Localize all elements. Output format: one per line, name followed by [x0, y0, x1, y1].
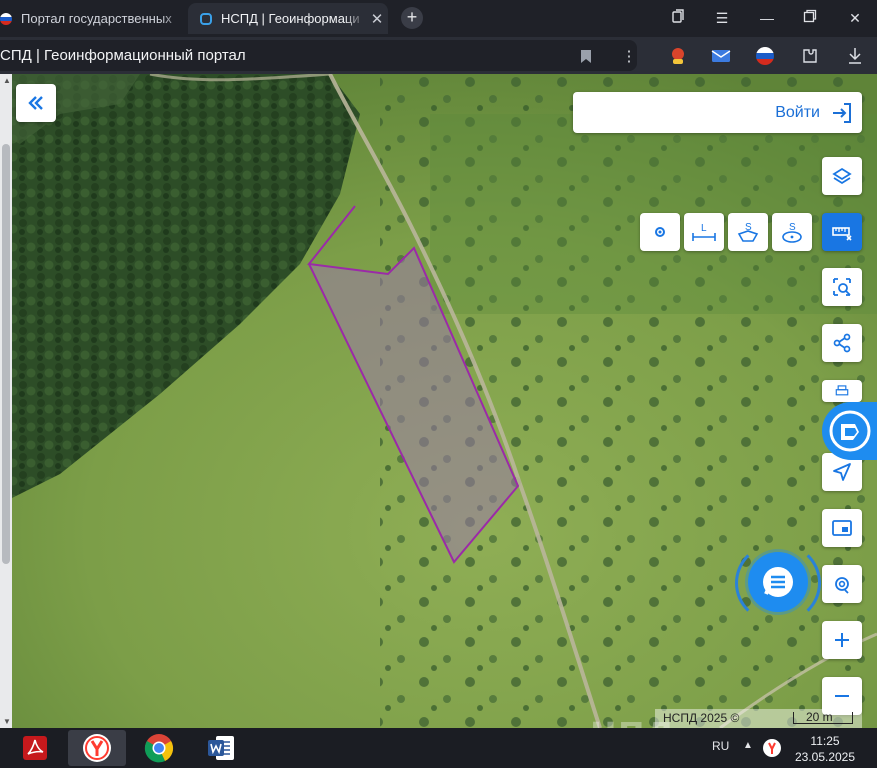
tab-title: НСПД | Геоинформаци [221, 11, 360, 26]
tray-expand-icon[interactable]: ▲ [743, 740, 753, 751]
chat-icon [763, 567, 793, 597]
login-icon [833, 102, 851, 123]
language-indicator[interactable]: RU [712, 739, 729, 753]
taskbar: RU ▲ 11:25 23.05.2025 [0, 728, 877, 768]
zoom-in-button[interactable] [822, 621, 862, 659]
measure-point-button[interactable] [640, 213, 680, 251]
area-polygon-icon: S [737, 222, 759, 242]
measure-line-button[interactable]: L [684, 213, 724, 251]
print-icon [835, 385, 849, 396]
scroll-down-icon[interactable]: ▼ [3, 717, 11, 726]
restore-icon[interactable] [800, 8, 820, 28]
bookmarks-icon[interactable] [668, 8, 688, 28]
extension-avatar-icon[interactable] [668, 46, 688, 66]
share-icon [833, 333, 851, 353]
extensions-icon[interactable] [800, 46, 820, 66]
map-viewport[interactable]: цпд [0, 74, 877, 728]
ruler-button[interactable] [822, 213, 862, 251]
acrobat-icon [23, 736, 47, 760]
chrome-app[interactable] [130, 730, 188, 766]
tab-bar: Портал государственных НСПД | Геоинформа… [0, 0, 877, 37]
assistant-badge-button[interactable] [822, 402, 877, 460]
select-area-icon [833, 278, 851, 296]
zoom-in-icon [835, 633, 849, 647]
address-text: СПД | Геоинформационный портал [0, 47, 246, 64]
ruler-icon [832, 227, 852, 241]
collapse-panel-button[interactable] [16, 84, 56, 122]
login-label: Войти [775, 103, 820, 121]
clock-time: 11:25 [810, 734, 840, 748]
new-tab-button[interactable]: + [401, 7, 423, 29]
zoom-out-icon [835, 695, 849, 697]
layers-button[interactable] [822, 157, 862, 195]
print-button[interactable] [822, 380, 862, 402]
scroll-up-icon[interactable]: ▲ [3, 76, 11, 85]
tray-yandex-icon[interactable] [762, 738, 782, 763]
picture-in-picture-icon [832, 520, 852, 536]
select-area-button[interactable] [822, 268, 862, 306]
word-app[interactable] [192, 730, 250, 766]
minimize-icon[interactable]: — [757, 8, 777, 28]
assistant-icon [829, 410, 871, 452]
tab-nspd[interactable]: НСПД | Геоинформаци ✕ [188, 3, 388, 34]
more-icon[interactable]: ⋮ [619, 46, 639, 66]
tab-gosuslugi[interactable]: Портал государственных [0, 3, 186, 34]
share-button[interactable] [822, 324, 862, 362]
address-bar[interactable]: СПД | Геоинформационный портал [0, 40, 637, 71]
scale-label: 20 m [806, 710, 833, 724]
scrollbar-thumb[interactable] [2, 144, 10, 564]
clock[interactable]: 11:25 23.05.2025 [789, 733, 861, 765]
download-icon[interactable] [845, 46, 865, 66]
tab-title: Портал государственных [21, 11, 172, 26]
measure-area-circle-button[interactable]: S [772, 213, 812, 251]
chat-button[interactable] [748, 552, 808, 612]
measure-area-polygon-button[interactable]: S [728, 213, 768, 251]
close-icon[interactable]: ✕ [845, 8, 865, 28]
word-icon [208, 736, 234, 760]
nspd-favicon-icon [200, 12, 212, 25]
line-measure-icon: L [692, 223, 716, 241]
clock-date: 23.05.2025 [794, 750, 856, 764]
navigate-icon [833, 463, 851, 481]
satellite-map[interactable] [0, 74, 877, 728]
bookmark-page-icon[interactable] [576, 46, 596, 66]
yandex-browser-icon [83, 734, 111, 762]
acrobat-app[interactable] [6, 730, 64, 766]
geolocation-icon [835, 577, 849, 594]
line-measure-label: L [701, 223, 707, 234]
double-chevron-left-icon [28, 96, 43, 110]
mail-icon[interactable] [711, 46, 731, 66]
russia-flag-icon [0, 12, 12, 25]
point-icon [655, 227, 665, 237]
yandex-browser-app[interactable] [68, 730, 126, 766]
close-tab-icon[interactable]: ✕ [366, 10, 388, 28]
page-scrollbar[interactable]: ▲ ▼ [0, 74, 12, 728]
chrome-icon [144, 734, 174, 763]
russia-flag-icon[interactable] [755, 46, 775, 66]
menu-icon[interactable]: ☰ [712, 8, 732, 28]
geolocation-button[interactable] [822, 565, 862, 603]
area-circle-icon: S [782, 222, 802, 243]
layers-icon [832, 167, 852, 185]
login-button[interactable]: Войти [573, 92, 862, 133]
address-bar-row: СПД | Геоинформационный портал ⋮ [0, 37, 877, 74]
picture-in-picture-button[interactable] [822, 509, 862, 547]
